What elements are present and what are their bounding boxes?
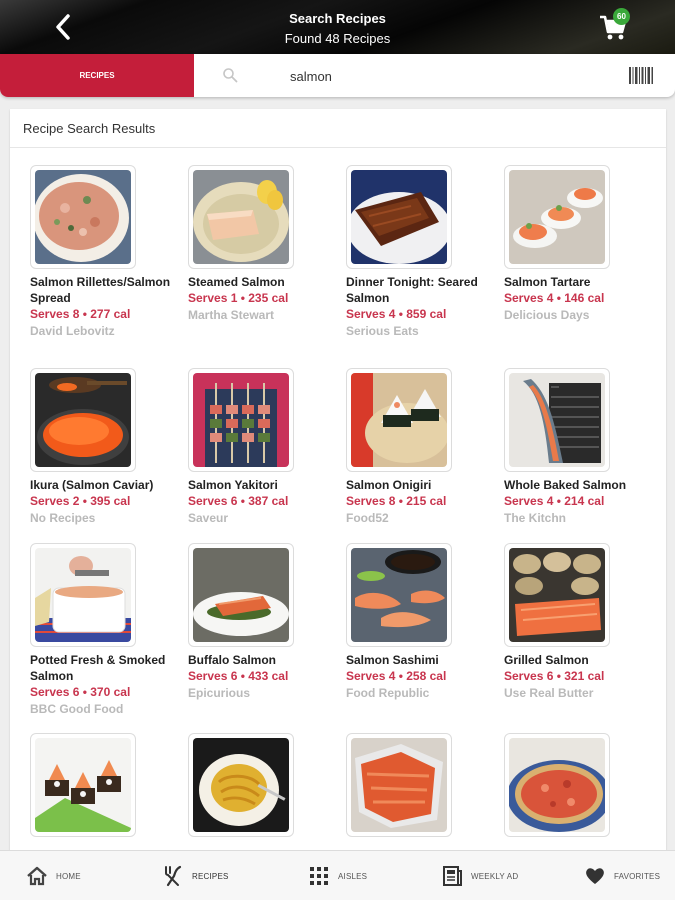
recipe-source: BBC Good Food (30, 702, 124, 716)
page-title: Search Recipes (289, 11, 386, 26)
search-input[interactable] (290, 67, 590, 85)
recipe-source: Saveur (188, 511, 229, 525)
divider (10, 147, 666, 148)
barcode-scanner-icon[interactable] (629, 67, 653, 84)
recipe-thumbnail[interactable] (346, 368, 452, 472)
recipe-source: Delicious Days (504, 308, 590, 322)
recipe-info: Buffalo Salmon Serves 6 • 433 cal Epicur… (188, 652, 340, 702)
recipe-thumbnail[interactable] (30, 733, 136, 837)
recipe-source: Food Republic (346, 686, 430, 700)
recipe-source: The Kitchn (504, 511, 566, 525)
recipe-info: Salmon Rillettes/Salmon Spread Serves 8 … (30, 274, 182, 340)
search-icon (223, 68, 238, 83)
recipe-name: Salmon Yakitori (188, 478, 278, 492)
recipe-thumbnail[interactable] (504, 543, 610, 647)
recipe-info: Salmon Tartare Serves 4 • 146 cal Delici… (504, 274, 656, 324)
recipe-serves: Serves 6 • 370 cal (30, 685, 131, 699)
results-count: Found 48 Recipes (284, 31, 391, 46)
recipe-thumbnail[interactable] (30, 165, 136, 269)
nav-recipes-label: RECIPES (192, 871, 229, 881)
recipe-name: Steamed Salmon (188, 275, 285, 289)
recipe-name: Salmon Tartare (504, 275, 591, 289)
recipe-source: Food52 (346, 511, 389, 525)
recipe-info: Salmon Onigiri Serves 8 • 215 cal Food52 (346, 477, 498, 527)
nav-weekly-ad[interactable]: WEEKLY AD (441, 851, 518, 900)
nav-home[interactable]: HOME (26, 851, 81, 900)
recipe-name: Ikura (Salmon Caviar) (30, 478, 154, 492)
recipe-serves: Serves 6 • 387 cal (188, 494, 289, 508)
recipe-name: Dinner Tonight: Seared Salmon (346, 275, 478, 305)
recipe-thumbnail[interactable] (504, 368, 610, 472)
recipe-thumbnail[interactable] (346, 165, 452, 269)
nav-favorites-label: FAVORITES (614, 871, 661, 881)
recipe-thumbnail[interactable] (30, 368, 136, 472)
recipe-serves: Serves 8 • 215 cal (346, 494, 447, 508)
recipe-thumbnail[interactable] (188, 543, 294, 647)
recipe-name: Potted Fresh & Smoked Salmon (30, 653, 166, 683)
nav-favorites[interactable]: FAVORITES (584, 851, 660, 900)
app-header: Search Recipes Found 48 Recipes 60 (0, 0, 675, 56)
recipe-source: Serious Eats (346, 324, 419, 338)
recipe-source: No Recipes (30, 511, 96, 525)
recipe-thumbnail[interactable] (188, 368, 294, 472)
recipe-serves: Serves 4 • 214 cal (504, 494, 605, 508)
grid-icon (310, 867, 328, 885)
recipe-name: Salmon Sashimi (346, 653, 439, 667)
nav-aisles[interactable]: AISLES (308, 851, 367, 900)
home-icon (27, 866, 47, 886)
recipe-name: Buffalo Salmon (188, 653, 277, 667)
recipe-source: Use Real Butter (504, 686, 594, 700)
results-title: Recipe Search Results (23, 121, 156, 136)
recipe-serves: Serves 4 • 859 cal (346, 307, 447, 321)
nav-weekly-ad-label: WEEKLY AD (471, 871, 519, 881)
recipe-source: Martha Stewart (188, 308, 275, 322)
recipe-info: Ikura (Salmon Caviar) Serves 2 • 395 cal… (30, 477, 182, 527)
recipe-serves: Serves 2 • 395 cal (30, 494, 131, 508)
recipe-thumbnail[interactable] (188, 733, 294, 837)
search-category-tab[interactable]: RECIPES (0, 54, 194, 97)
recipe-serves: Serves 4 • 146 cal (504, 291, 605, 305)
results-card: Recipe Search Results Salmon Rillettes/S… (10, 109, 666, 869)
recipe-name: Grilled Salmon (504, 653, 589, 667)
recipe-name: Salmon Rillettes/Salmon Spread (30, 275, 171, 305)
recipe-serves: Serves 1 • 235 cal (188, 291, 289, 305)
bottom-navigation: HOME RECIPES AISLES WEEKLY AD FAVORITES (0, 850, 675, 900)
recipe-info: Grilled Salmon Serves 6 • 321 cal Use Re… (504, 652, 656, 702)
recipe-serves: Serves 6 • 433 cal (188, 669, 289, 683)
recipe-source: Epicurious (188, 686, 251, 700)
recipe-serves: Serves 6 • 321 cal (504, 669, 605, 683)
search-bar: RECIPES (0, 54, 675, 97)
recipe-source: David Lebovitz (30, 324, 115, 338)
recipe-thumbnail[interactable] (346, 543, 452, 647)
cart-count-badge: 60 (613, 8, 630, 25)
recipe-serves: Serves 4 • 258 cal (346, 669, 447, 683)
recipe-info: Whole Baked Salmon Serves 4 • 214 cal Th… (504, 477, 656, 527)
heart-icon (586, 868, 604, 884)
recipe-thumbnail[interactable] (30, 543, 136, 647)
recipe-info: Dinner Tonight: Seared Salmon Serves 4 •… (346, 274, 498, 340)
recipe-info: Potted Fresh & Smoked Salmon Serves 6 • … (30, 652, 182, 718)
nav-home-label: HOME (56, 871, 81, 881)
recipe-thumbnail[interactable] (504, 165, 610, 269)
recipe-thumbnail[interactable] (188, 165, 294, 269)
recipe-thumbnail[interactable] (346, 733, 452, 837)
fork-knife-icon (165, 865, 182, 887)
nav-recipes[interactable]: RECIPES (162, 851, 229, 900)
recipe-serves: Serves 8 • 277 cal (30, 307, 131, 321)
recipe-name: Whole Baked Salmon (504, 478, 627, 492)
newspaper-icon (443, 866, 462, 886)
recipe-info: Salmon Sashimi Serves 4 • 258 cal Food R… (346, 652, 498, 702)
recipe-name: Salmon Onigiri (346, 478, 432, 492)
recipe-info: Steamed Salmon Serves 1 • 235 cal Martha… (188, 274, 340, 324)
recipe-info: Salmon Yakitori Serves 6 • 387 cal Saveu… (188, 477, 340, 527)
nav-aisles-label: AISLES (338, 871, 368, 881)
recipe-thumbnail[interactable] (504, 733, 610, 837)
